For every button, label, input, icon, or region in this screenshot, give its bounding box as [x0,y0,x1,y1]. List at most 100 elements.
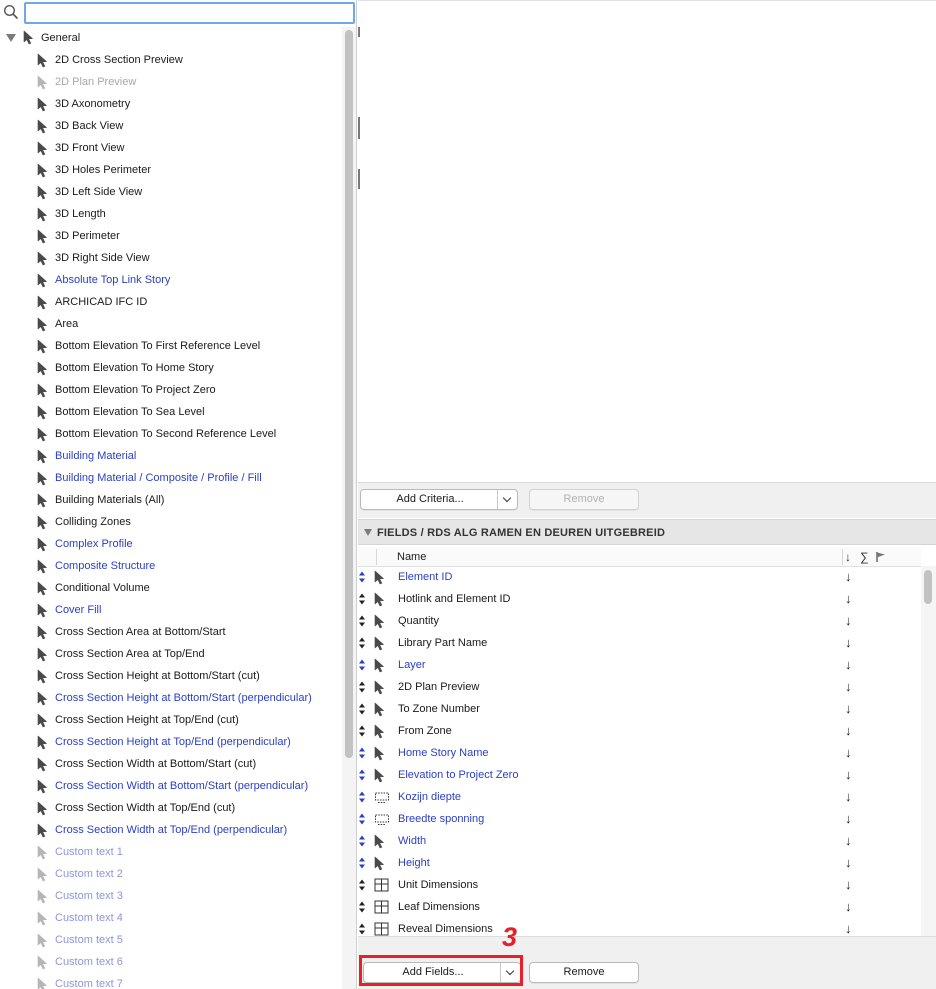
sum-column-header[interactable]: ∑ [860,549,869,565]
field-row[interactable]: Hotlink and Element ID ↓ [358,588,921,610]
sort-toggle[interactable]: ↓ [845,676,852,698]
field-row[interactable]: 2D Plan Preview ↓ [358,676,921,698]
tree-item[interactable]: Bottom Elevation To Project Zero [0,379,342,401]
tree-item[interactable]: ARCHICAD IFC ID [0,291,342,313]
field-row[interactable]: Kozijn diepte ↓ [358,786,921,808]
sort-toggle[interactable]: ↓ [845,830,852,852]
sort-toggle[interactable]: ↓ [845,632,852,654]
field-row[interactable]: Breedte sponning ↓ [358,808,921,830]
field-row[interactable]: Library Part Name ↓ [358,632,921,654]
tree-item[interactable]: Cross Section Height at Bottom/Start (cu… [0,665,342,687]
name-column-header[interactable]: Name [397,547,426,567]
sort-toggle[interactable]: ↓ [845,852,852,874]
reorder-handle-icon[interactable] [358,791,366,803]
tree-item[interactable]: Cross Section Width at Top/End (perpendi… [0,819,342,841]
tree-item[interactable]: 3D Axonometry [0,93,342,115]
field-row[interactable]: To Zone Number ↓ [358,698,921,720]
tree-item[interactable]: 3D Holes Perimeter [0,159,342,181]
tree-item[interactable]: Custom text 7 [0,973,342,989]
tree-item[interactable]: Custom text 3 [0,885,342,907]
sort-toggle[interactable]: ↓ [845,786,852,808]
tree-item[interactable]: Bottom Elevation To Home Story [0,357,342,379]
reorder-handle-icon[interactable] [358,879,366,891]
field-row[interactable]: Unit Dimensions ↓ [358,874,921,896]
sort-column-header[interactable]: ↓ [845,549,851,565]
sort-toggle[interactable]: ↓ [845,918,852,936]
tree-item[interactable]: Cross Section Width at Top/End (cut) [0,797,342,819]
tree-item[interactable]: Cross Section Area at Bottom/Start [0,621,342,643]
tree-item[interactable]: 3D Back View [0,115,342,137]
reorder-handle-icon[interactable] [358,857,366,869]
reorder-handle-icon[interactable] [358,923,366,935]
sort-toggle[interactable]: ↓ [845,698,852,720]
tree-item[interactable]: Building Material / Composite / Profile … [0,467,342,489]
field-row[interactable]: Elevation to Project Zero ↓ [358,764,921,786]
field-row[interactable]: Element ID ↓ [358,566,921,588]
tree-item[interactable]: Custom text 2 [0,863,342,885]
fields-scrollbar-track[interactable] [921,566,936,936]
reorder-handle-icon[interactable] [358,703,366,715]
reorder-handle-icon[interactable] [358,593,366,605]
sort-toggle[interactable]: ↓ [845,808,852,830]
tree-item[interactable]: Custom text 1 [0,841,342,863]
tree-item[interactable]: Colliding Zones [0,511,342,533]
reorder-handle-icon[interactable] [358,659,366,671]
tree-item[interactable]: Absolute Top Link Story [0,269,342,291]
tree-group-general[interactable]: General [0,27,342,49]
tree-item[interactable]: Bottom Elevation To Sea Level [0,401,342,423]
tree-item[interactable]: Building Material [0,445,342,467]
reorder-handle-icon[interactable] [358,747,366,759]
tree-item[interactable]: Conditional Volume [0,577,342,599]
tree-item[interactable]: 3D Length [0,203,342,225]
sort-toggle[interactable]: ↓ [845,610,852,632]
field-row[interactable]: Leaf Dimensions ↓ [358,896,921,918]
tree-item[interactable]: 3D Perimeter [0,225,342,247]
reorder-handle-icon[interactable] [358,835,366,847]
tree-item[interactable]: 3D Right Side View [0,247,342,269]
tree-item[interactable]: 3D Left Side View [0,181,342,203]
field-row[interactable]: Quantity ↓ [358,610,921,632]
add-criteria-dropdown[interactable] [497,490,517,509]
tree-scrollbar-thumb[interactable] [345,30,353,758]
disclosure-triangle-icon[interactable] [364,529,372,536]
search-input[interactable] [24,2,355,24]
reorder-handle-icon[interactable] [358,571,366,583]
sort-toggle[interactable]: ↓ [845,654,852,676]
remove-criteria-button[interactable]: Remove [529,489,639,510]
flag-icon[interactable] [875,551,887,563]
sort-toggle[interactable]: ↓ [845,720,852,742]
sort-toggle[interactable]: ↓ [845,742,852,764]
tree-item[interactable]: 3D Front View [0,137,342,159]
reorder-handle-icon[interactable] [358,725,366,737]
tree-item[interactable]: Bottom Elevation To First Reference Leve… [0,335,342,357]
reorder-handle-icon[interactable] [358,637,366,649]
field-row[interactable]: Layer ↓ [358,654,921,676]
field-row[interactable]: Home Story Name ↓ [358,742,921,764]
tree-item[interactable]: Cross Section Height at Bottom/Start (pe… [0,687,342,709]
tree-item[interactable]: Building Materials (All) [0,489,342,511]
disclosure-triangle-icon[interactable] [6,34,16,42]
tree-item[interactable]: Cross Section Width at Bottom/Start (per… [0,775,342,797]
remove-fields-button[interactable]: Remove [529,962,639,983]
tree-item[interactable]: Cross Section Area at Top/End [0,643,342,665]
sort-toggle[interactable]: ↓ [845,874,852,896]
fields-section-header[interactable]: FIELDS / RDS ALG RAMEN EN DEUREN UITGEBR… [358,519,936,545]
reorder-handle-icon[interactable] [358,681,366,693]
field-row[interactable]: Reveal Dimensions ↓ [358,918,921,936]
tree-item[interactable]: Bottom Elevation To Second Reference Lev… [0,423,342,445]
tree-item[interactable]: Area [0,313,342,335]
tree-item[interactable]: Custom text 4 [0,907,342,929]
reorder-handle-icon[interactable] [358,615,366,627]
reorder-handle-icon[interactable] [358,769,366,781]
reorder-handle-icon[interactable] [358,813,366,825]
tree-item[interactable]: Custom text 5 [0,929,342,951]
tree-item[interactable]: Complex Profile [0,533,342,555]
sort-toggle[interactable]: ↓ [845,896,852,918]
tree-item[interactable]: Cover Fill [0,599,342,621]
sort-toggle[interactable]: ↓ [845,588,852,610]
add-criteria-button[interactable]: Add Criteria... [360,489,518,510]
tree-item[interactable]: Cross Section Height at Top/End (cut) [0,709,342,731]
field-row[interactable]: From Zone ↓ [358,720,921,742]
sort-toggle[interactable]: ↓ [845,566,852,588]
field-row[interactable]: Width ↓ [358,830,921,852]
